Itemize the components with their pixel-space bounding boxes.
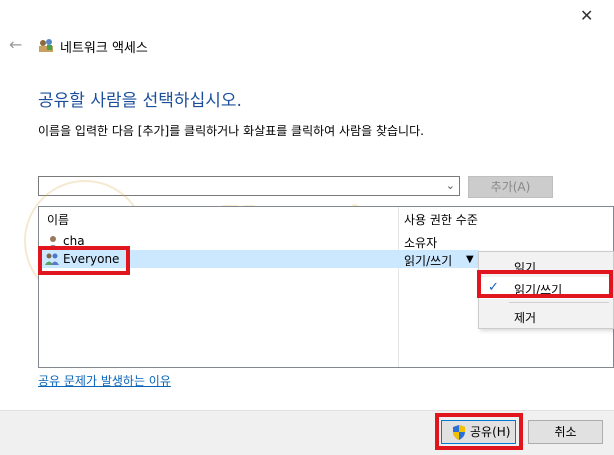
instruction-text: 이름을 입력한 다음 [추가]를 클릭하거나 화살표를 클릭하여 사람을 찾습니… <box>38 124 424 138</box>
name-combobox[interactable]: ⌄ <box>38 176 460 196</box>
page-heading: 공유할 사람을 선택하십시오. <box>38 91 242 111</box>
dropdown-arrow-icon[interactable]: ▼ <box>466 254 474 265</box>
highlight-read-write <box>477 270 613 298</box>
column-divider <box>398 207 399 367</box>
menu-item-label: 제거 <box>514 311 537 325</box>
cancel-button[interactable]: 취소 <box>528 420 603 444</box>
highlight-everyone <box>38 246 130 275</box>
row-permission: 소유자 <box>404 236 438 250</box>
add-button[interactable]: 추가(A) <box>468 176 553 198</box>
column-header-name[interactable]: 이름 <box>47 211 69 228</box>
close-button[interactable]: ✕ <box>580 6 593 25</box>
sharing-help-link[interactable]: 공유 문제가 발생하는 이유 <box>38 372 171 389</box>
column-header-permission[interactable]: 사용 권한 수준 <box>404 211 478 228</box>
highlight-share-button <box>435 413 523 450</box>
row-permission: 읽기/쓰기 <box>404 254 453 268</box>
menu-separator <box>509 302 609 303</box>
permission-dropdown[interactable]: 읽기/쓰기 ▼ <box>402 251 478 269</box>
window-title: 네트워크 액세스 <box>60 41 148 56</box>
network-users-icon <box>39 39 53 52</box>
menu-item-remove[interactable]: 제거 <box>479 305 613 327</box>
chevron-down-icon[interactable]: ⌄ <box>446 179 455 192</box>
back-arrow-icon[interactable]: ← <box>9 35 22 54</box>
